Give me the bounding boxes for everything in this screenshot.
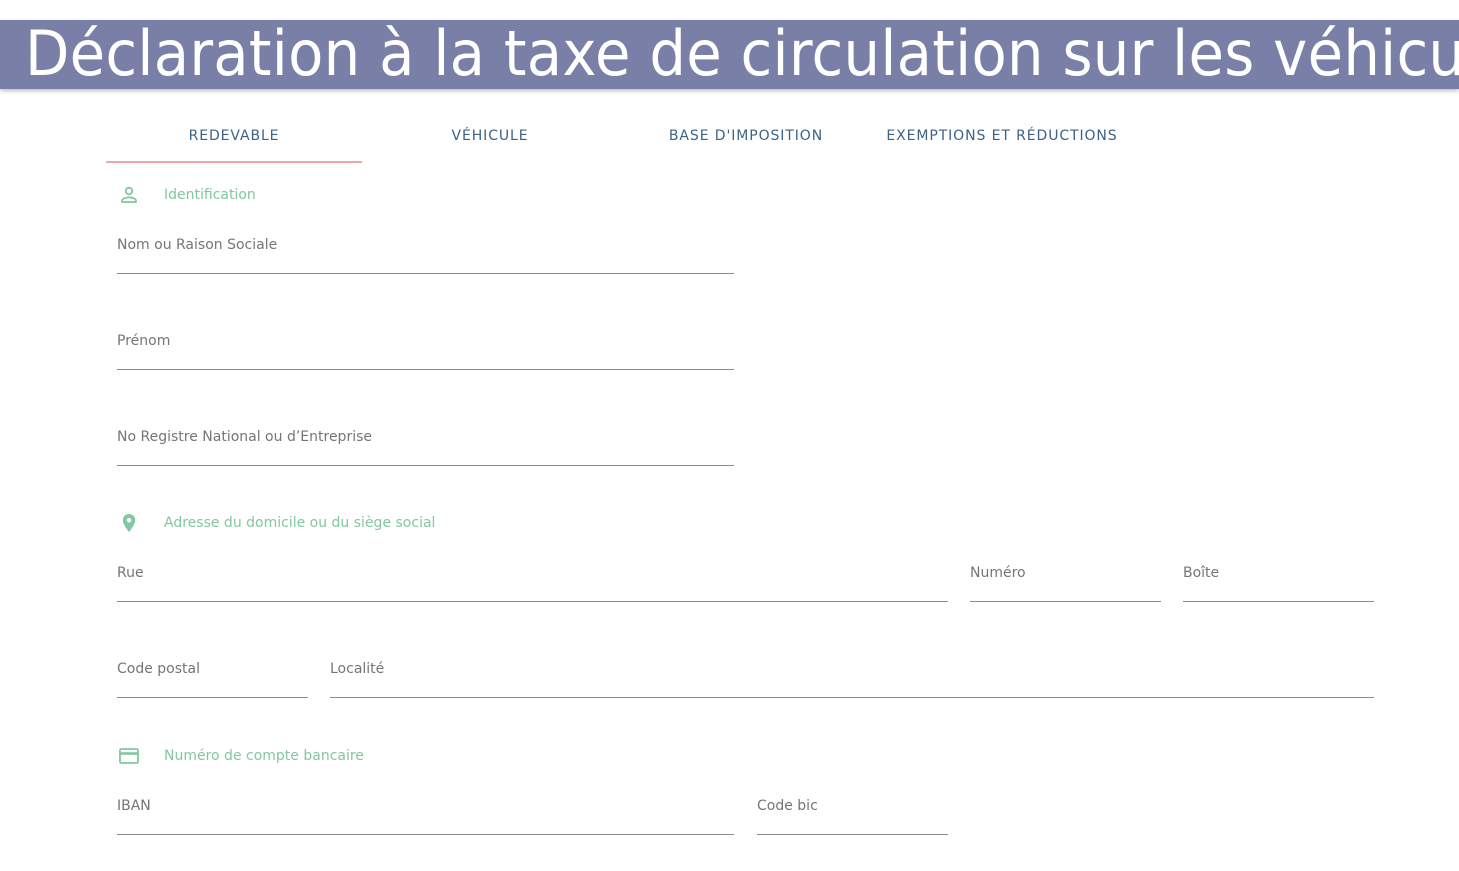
box-field-placeholder: Boîte [1183, 565, 1220, 581]
name-field-placeholder: Nom ou Raison Sociale [117, 237, 278, 253]
section-address-header: Adresse du domicile ou du siège social [117, 511, 435, 535]
section-bank-header: Numéro de compte bancaire [117, 744, 364, 768]
tab-redevable[interactable]: REDEVABLE [106, 117, 362, 163]
bic-code-field-placeholder: Code bic [757, 798, 818, 814]
tab-label: BASE D'IMPOSITION [668, 128, 824, 144]
app-header: Déclaration à la taxe de circulation sur… [0, 20, 1459, 89]
tab-exemptions-reductions[interactable]: EXEMPTIONS ET RÉDUCTIONS [874, 117, 1130, 161]
firstname-field[interactable]: Prénom [117, 329, 734, 370]
registry-number-field-placeholder: No Registre National ou d’Entreprise [117, 429, 372, 445]
page: Déclaration à la taxe de circulation sur… [0, 0, 1459, 871]
section-label: Adresse du domicile ou du siège social [164, 515, 436, 531]
bic-code-field[interactable]: Code bic [757, 794, 948, 835]
city-field-placeholder: Localité [330, 661, 385, 677]
section-label: Numéro de compte bancaire [164, 748, 364, 764]
section-label: Identification [164, 187, 256, 203]
location-pin-icon [117, 511, 141, 535]
tab-vehicule[interactable]: VÉHICULE [362, 117, 618, 161]
tab-label: REDEVABLE [188, 128, 280, 144]
page-title: Déclaration à la taxe de circulation sur… [25, 20, 1459, 89]
postal-code-field-placeholder: Code postal [117, 661, 200, 677]
name-field[interactable]: Nom ou Raison Sociale [117, 233, 734, 274]
tab-label: VÉHICULE [451, 128, 529, 144]
firstname-field-placeholder: Prénom [117, 333, 171, 349]
street-field-placeholder: Rue [117, 565, 144, 581]
box-field[interactable]: Boîte [1183, 561, 1374, 602]
person-icon [117, 183, 141, 207]
tab-base-imposition[interactable]: BASE D'IMPOSITION [618, 117, 874, 161]
tab-label: EXEMPTIONS ET RÉDUCTIONS [886, 128, 1118, 144]
postal-code-field[interactable]: Code postal [117, 657, 308, 698]
credit-card-icon [117, 744, 141, 768]
iban-field[interactable]: IBAN [117, 794, 734, 835]
street-field[interactable]: Rue [117, 561, 948, 602]
section-identification-header: Identification [117, 183, 256, 207]
house-number-field-placeholder: Numéro [970, 565, 1026, 581]
registry-number-field[interactable]: No Registre National ou d’Entreprise [117, 425, 734, 466]
house-number-field[interactable]: Numéro [970, 561, 1161, 602]
iban-field-placeholder: IBAN [117, 798, 151, 814]
city-field[interactable]: Localité [330, 657, 1374, 698]
